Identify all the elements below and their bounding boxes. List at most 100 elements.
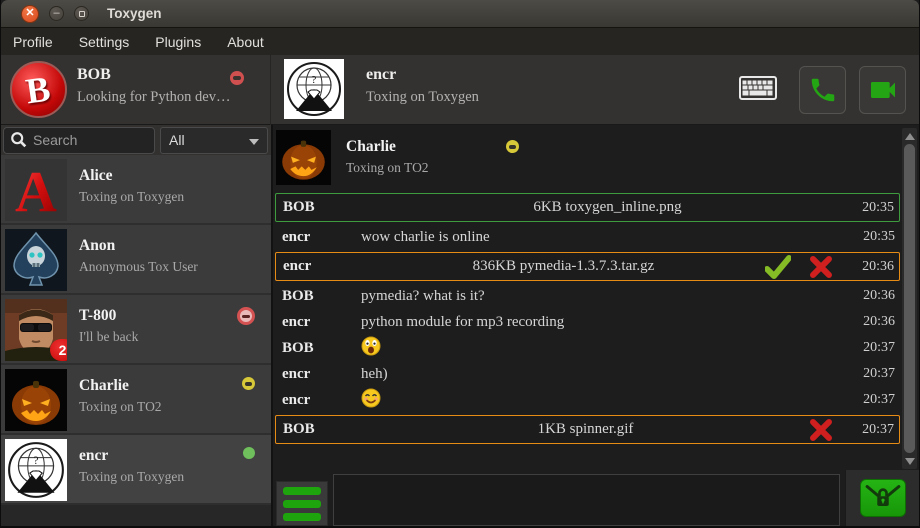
search-box[interactable]: [3, 127, 155, 154]
file-transfer-row[interactable]: BOB 1KB spinner.gif 20:37: [275, 415, 900, 444]
contact-name: T-800: [79, 307, 138, 325]
phone-icon: [808, 75, 838, 105]
contact-name: encr: [79, 447, 184, 465]
file-transfer-row[interactable]: encr 836KB pymedia-1.3.7.3.tar.gz 20:36: [275, 252, 900, 281]
charlie-avatar: [276, 130, 331, 185]
contact-status-message: I'll be back: [79, 329, 138, 345]
message-author: encr: [275, 392, 361, 409]
chevron-down-icon: [249, 139, 259, 145]
contact-filter-dropdown[interactable]: All: [160, 127, 268, 154]
search-input[interactable]: [33, 132, 143, 148]
scroll-down-icon[interactable]: [902, 454, 917, 468]
video-camera-icon: [867, 74, 899, 106]
contact-name: Alice: [79, 167, 184, 185]
menu-plugins[interactable]: Plugins: [155, 34, 201, 50]
contact-filter-value: All: [169, 132, 185, 148]
message-row: encr heh) 20:37: [275, 361, 900, 387]
menu-about[interactable]: About: [227, 34, 264, 50]
file-name: 836KB pymedia-1.3.7.3.tar.gz: [362, 258, 765, 275]
message-author: BOB: [276, 421, 362, 438]
search-row: All: [1, 125, 271, 155]
menu-bar: Profile Settings Plugins About: [1, 28, 919, 55]
chat-bottom-bar: [273, 470, 919, 526]
hamburger-icon: [283, 487, 321, 495]
close-icon[interactable]: ✕: [21, 5, 39, 23]
friend-header: ? encr Toxing on Toxygen: [272, 55, 919, 125]
message-emoji: [361, 388, 854, 413]
message-row: BOB pymedia? what is it? 20:36: [275, 283, 900, 309]
contacts-panel: All A Alice Toxing on Toxygen: [1, 125, 271, 526]
audio-call-button[interactable]: [799, 66, 846, 114]
minimize-icon[interactable]: –: [49, 6, 64, 21]
send-area: [845, 470, 919, 526]
cancel-transfer-button[interactable]: [809, 418, 833, 442]
message-time: 20:36: [854, 288, 900, 304]
menu-profile[interactable]: Profile: [13, 34, 53, 50]
scrollbar-thumb[interactable]: [904, 144, 915, 453]
chat-menu-button[interactable]: [276, 481, 328, 526]
t800-avatar: 2: [5, 299, 67, 361]
menu-settings[interactable]: Settings: [79, 34, 130, 50]
message-time: 20:35: [853, 200, 899, 216]
message-row: encr python module for mp3 recording 20:…: [275, 309, 900, 335]
message-input[interactable]: [333, 474, 840, 526]
contact-status-message: Toxing on Toxygen: [79, 189, 184, 205]
contact-name: Anon: [79, 237, 198, 255]
video-call-button[interactable]: [859, 66, 906, 114]
message-author: encr: [275, 366, 361, 383]
self-profile[interactable]: B BOB Looking for Python dev…: [1, 55, 271, 125]
alice-avatar: A: [5, 159, 67, 221]
decline-transfer-button[interactable]: [809, 255, 833, 279]
message-author: encr: [276, 258, 362, 275]
charlie-avatar: [5, 369, 67, 431]
peer-status-message: Toxing on TO2: [346, 160, 429, 176]
envelope-lock-icon: [863, 483, 903, 513]
message-author: encr: [275, 229, 361, 246]
friend-avatar: ?: [284, 59, 344, 119]
contact-row-t800[interactable]: 2 T-800 I'll be back: [1, 295, 271, 365]
self-busy-status-icon[interactable]: [230, 71, 244, 85]
peer-name: Charlie: [346, 138, 429, 156]
self-status-message: Looking for Python dev…: [77, 89, 230, 106]
title-bar: ✕ – Toxygen: [1, 0, 919, 28]
contact-row-alice[interactable]: A Alice Toxing on Toxygen: [1, 155, 271, 225]
contact-row-anon[interactable]: Anon Anonymous Tox User: [1, 225, 271, 295]
accept-transfer-button[interactable]: [765, 255, 791, 279]
contacts-panel-filler: [1, 505, 271, 526]
maximize-icon[interactable]: [74, 6, 89, 21]
search-icon: [10, 131, 28, 149]
message-time: 20:37: [854, 392, 900, 408]
file-transfer-row[interactable]: BOB 6KB toxygen_inline.png 20:35: [275, 193, 900, 222]
contact-name: Charlie: [79, 377, 162, 395]
chat-panel: Charlie Toxing on TO2 BOB 6KB toxygen_in…: [271, 125, 919, 526]
contact-row-encr[interactable]: ? encr Toxing on Toxygen: [1, 435, 271, 505]
message-author: BOB: [275, 340, 361, 357]
message-row: encr 20:37: [275, 387, 900, 413]
scroll-up-icon[interactable]: [902, 129, 917, 143]
message-author: encr: [275, 314, 361, 331]
svg-text:?: ?: [312, 74, 317, 86]
message-list: BOB 6KB toxygen_inline.png 20:35 encr wo…: [275, 191, 900, 469]
message-author: BOB: [275, 288, 361, 305]
shocked-emoji-icon: [361, 336, 381, 356]
message-scrollbar[interactable]: [902, 128, 917, 469]
message-row: BOB 20:37: [275, 335, 900, 361]
message-time: 20:36: [853, 259, 899, 275]
away-status-icon: [242, 377, 255, 390]
away-status-icon: [506, 140, 519, 153]
contact-list: A Alice Toxing on Toxygen: [1, 155, 271, 505]
file-name: 6KB toxygen_inline.png: [362, 199, 853, 216]
message-text: pymedia? what is it?: [361, 288, 854, 305]
chat-peer-item[interactable]: Charlie Toxing on TO2: [276, 130, 899, 188]
message-row: encr wow charlie is online 20:35: [275, 224, 900, 250]
contact-row-charlie[interactable]: Charlie Toxing on TO2: [1, 365, 271, 435]
message-time: 20:36: [854, 314, 900, 330]
send-button[interactable]: [860, 479, 906, 517]
online-status-icon: [243, 447, 255, 459]
smile-emoji-icon: [361, 388, 381, 408]
friend-name: encr: [366, 66, 479, 84]
encr-avatar: ?: [5, 439, 67, 501]
svg-text:?: ?: [33, 455, 38, 467]
contact-status-message: Anonymous Tox User: [79, 259, 198, 275]
message-text: python module for mp3 recording: [361, 314, 854, 331]
